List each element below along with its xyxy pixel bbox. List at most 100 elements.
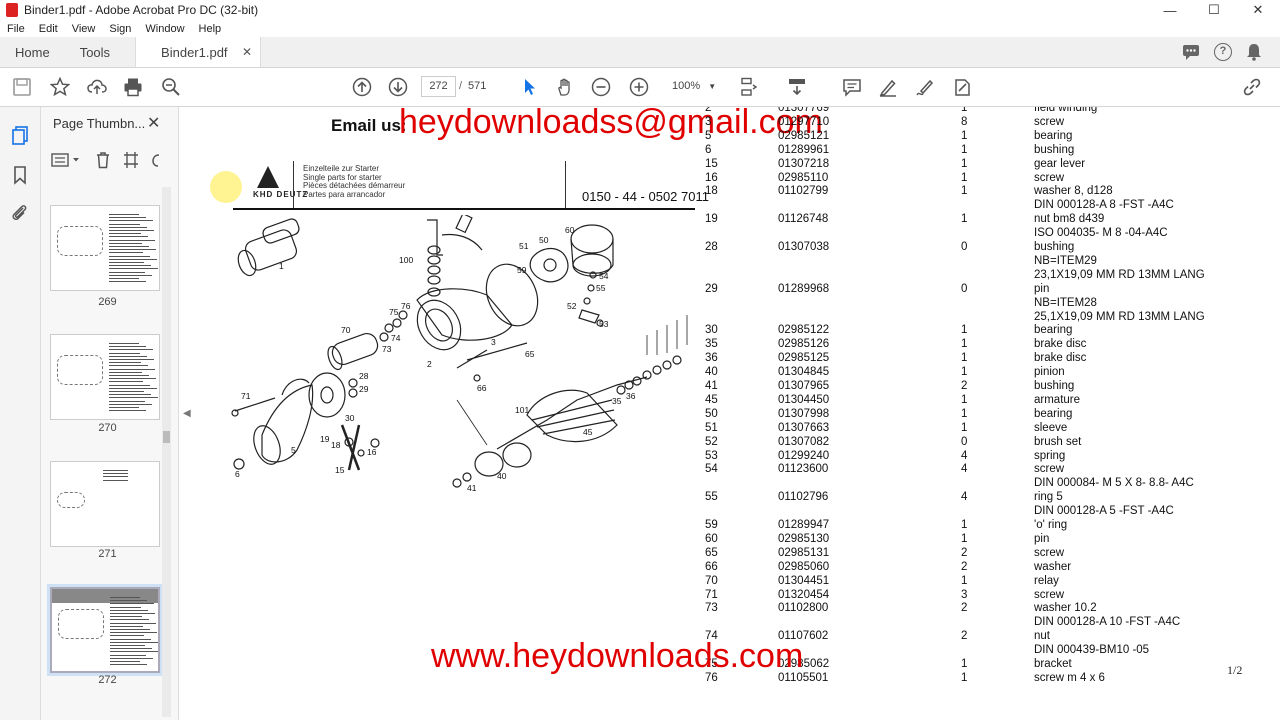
part-description: DIN 000128-A 10 -FST -A4C (1034, 616, 1181, 629)
part-number: 01304451 (778, 574, 830, 587)
save-icon[interactable] (11, 76, 33, 98)
zoom-out-icon[interactable] (590, 76, 612, 98)
thumbnail-page-271[interactable] (50, 461, 160, 547)
part-quantity: 1 (961, 324, 968, 337)
print-icon[interactable] (122, 76, 144, 98)
close-panel-icon[interactable]: ✕ (147, 113, 160, 133)
thumbnail-options-icon[interactable] (51, 152, 83, 168)
previous-page-icon[interactable] (351, 76, 373, 98)
thumbnail-text-line (103, 470, 128, 471)
menu-file[interactable]: File (7, 23, 25, 35)
part-description: screw (1034, 588, 1065, 601)
zoom-level-select[interactable]: 100% ▼ (666, 76, 720, 97)
page-thumbnails-panel: Page Thumbn... ✕ 269 270 271 272 (41, 107, 179, 720)
callout-label: 6 (235, 469, 240, 479)
scrollbar-thumb[interactable] (163, 431, 170, 443)
part-description: bushing (1034, 380, 1075, 392)
part-quantity: 1 (961, 658, 968, 670)
thumbnail-text-line (110, 622, 156, 624)
thumbnail-text-line (109, 371, 142, 373)
callout-label: 65 (525, 349, 535, 359)
scroll-mode-icon[interactable] (786, 76, 808, 98)
thumbnail-label: 270 (98, 422, 117, 434)
part-quantity: 0 (961, 282, 968, 295)
fill-sign-icon[interactable] (914, 76, 936, 98)
thumbnail-text-line (110, 645, 145, 646)
attachments-icon[interactable] (10, 203, 30, 223)
highlight-pen-icon[interactable] (877, 76, 899, 98)
part-number: 01304450 (778, 393, 830, 406)
collapse-panel-icon[interactable]: ◀ (183, 408, 191, 419)
part-number: 01123600 (778, 463, 829, 476)
part-description: 25,1X19,09 MM RD 13MM LANG (1034, 310, 1205, 323)
thumbnail-text-line (109, 384, 150, 386)
page-number-input[interactable]: 272 (421, 76, 456, 97)
part-position: 19 (705, 213, 718, 226)
crop-pages-icon[interactable] (123, 151, 139, 169)
thumbnail-text-line (110, 654, 146, 656)
delete-page-icon[interactable] (95, 151, 111, 169)
thumbnails-scrollbar[interactable] (162, 187, 171, 717)
callout-label: 54 (599, 271, 609, 281)
hand-tool-icon[interactable] (554, 76, 576, 98)
select-cursor-icon[interactable] (518, 76, 540, 98)
menu-view[interactable]: View (72, 23, 96, 35)
thumbnail-page-269[interactable] (50, 205, 160, 291)
page-thumbnails-icon[interactable] (10, 125, 30, 145)
document-view[interactable]: Email us: heydownloadss@gmail.com KHD DE… (193, 107, 1280, 720)
share-link-icon[interactable] (1241, 76, 1263, 98)
zoom-in-icon[interactable] (628, 76, 650, 98)
thumbnail-page-270[interactable] (50, 334, 160, 420)
menu-sign[interactable]: Sign (109, 23, 131, 35)
thumbnail-page-272[interactable] (47, 584, 163, 676)
tab-tools[interactable]: Tools (65, 37, 125, 67)
part-number: 01289968 (778, 282, 830, 295)
menu-bar: File Edit View Sign Window Help (0, 20, 1280, 37)
thumbnail-text-line (109, 223, 140, 225)
part-quantity: 0 (961, 435, 968, 448)
cloud-upload-icon[interactable] (86, 76, 108, 98)
thumbnail-text-line (110, 629, 150, 630)
thumbnail-text-line (110, 641, 158, 643)
close-tab-icon[interactable]: ✕ (242, 45, 252, 59)
rotate-page-icon[interactable] (151, 151, 161, 169)
part-quantity: 1 (961, 421, 968, 434)
callout-label: 71 (241, 391, 251, 401)
close-window-button[interactable]: ✕ (1236, 2, 1280, 18)
maximize-button[interactable]: ☐ (1192, 2, 1236, 18)
menu-help[interactable]: Help (199, 23, 222, 35)
exploded-parts-drawing: 1 2 3 5 6 15 16 18 19 28 29 30 35 36 40 … (231, 215, 688, 493)
thumbnail-text-line (110, 635, 144, 637)
thumbnail-text-line (109, 368, 155, 370)
comment-icon[interactable] (841, 76, 863, 98)
tab-home[interactable]: Home (0, 37, 65, 67)
bookmark-star-icon[interactable] (49, 76, 71, 98)
bell-icon[interactable] (1246, 43, 1262, 61)
thumbnail-text-line (109, 362, 141, 364)
tab-document-label: Binder1.pdf (161, 44, 228, 60)
page-display-icon[interactable] (738, 76, 760, 98)
next-page-icon[interactable] (387, 76, 409, 98)
part-position: 54 (705, 463, 718, 476)
thumbnail-text-line (109, 352, 140, 354)
tab-document[interactable]: Binder1.pdf ✕ (135, 37, 262, 67)
thumbnail-text-line (109, 255, 150, 257)
menu-edit[interactable]: Edit (39, 23, 58, 35)
callout-label: 16 (367, 447, 377, 457)
part-description: ring 5 (1034, 491, 1063, 504)
chat-icon[interactable] (1182, 43, 1200, 61)
part-description: washer (1034, 560, 1072, 573)
zoom-search-icon[interactable] (160, 76, 182, 98)
thumbnail-text-line (109, 343, 139, 344)
part-position: 29 (705, 282, 718, 295)
menu-window[interactable]: Window (145, 23, 184, 35)
minimize-button[interactable]: — (1148, 3, 1192, 18)
help-icon[interactable]: ? (1214, 43, 1232, 61)
thumbnail-text-line (109, 217, 146, 219)
part-description: 'o' ring (1034, 519, 1068, 531)
part-position: 51 (705, 421, 718, 434)
thumbnail-drawing-sketch (57, 226, 103, 256)
sign-document-icon[interactable] (952, 76, 974, 98)
bookmarks-icon[interactable] (10, 165, 30, 185)
header-description: Einzelteile zur Starter Single parts for… (303, 164, 405, 199)
